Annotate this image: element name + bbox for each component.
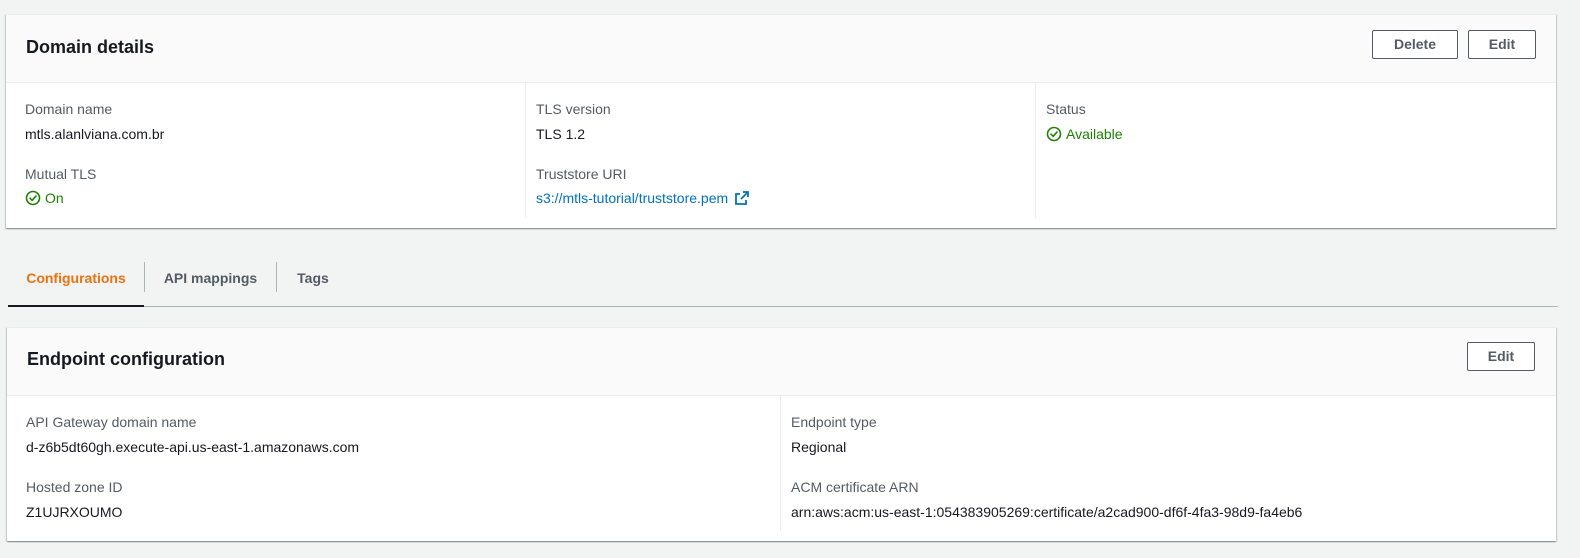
hosted-zone-label: Hosted zone ID	[26, 479, 123, 495]
truststore-uri-label: Truststore URI	[536, 166, 627, 182]
tls-version-value: TLS 1.2	[536, 126, 586, 142]
tab-configurations[interactable]: Configurations	[8, 250, 144, 307]
endpoint-type-label: Endpoint type	[791, 414, 877, 430]
endpoint-configuration-panel: Endpoint configuration Edit API Gateway …	[7, 327, 1556, 541]
domain-details-title: Domain details	[26, 37, 155, 57]
edit-domain-button[interactable]: Edit	[1468, 30, 1536, 59]
api-gateway-domain-label: API Gateway domain name	[26, 414, 197, 430]
status-value: Available	[1066, 126, 1123, 142]
acm-arn-label: ACM certificate ARN	[791, 479, 919, 495]
domain-details-panel: Domain details Delete Edit Domain name m…	[6, 14, 1556, 228]
edit-endpoint-button[interactable]: Edit	[1467, 342, 1535, 371]
endpoint-type-value: Regional	[791, 439, 847, 455]
api-gateway-domain-value: d-z6b5dt60gh.execute-api.us-east-1.amazo…	[26, 439, 360, 455]
truststore-uri-link[interactable]: s3://mtls-tutorial/truststore.pem	[536, 189, 750, 207]
tab-tags[interactable]: Tags	[277, 250, 349, 306]
domain-details-header: Domain details Delete Edit	[6, 15, 1556, 83]
tab-bar: Configurations API mappings Tags	[8, 250, 1558, 307]
truststore-uri-value: s3://mtls-tutorial/truststore.pem	[536, 190, 729, 206]
hosted-zone-value: Z1UJRXOUMO	[26, 504, 123, 520]
tls-version-label: TLS version	[536, 101, 611, 117]
check-circle-icon	[1046, 126, 1062, 142]
tab-api-mappings[interactable]: API mappings	[145, 250, 276, 306]
domain-name-label: Domain name	[25, 101, 113, 117]
domain-name-value: mtls.alanlviana.com.br	[25, 126, 165, 142]
mutual-tls-status: On	[25, 189, 64, 207]
endpoint-configuration-title: Endpoint configuration	[27, 349, 225, 369]
endpoint-configuration-header: Endpoint configuration Edit	[7, 328, 1556, 396]
check-circle-icon	[25, 190, 41, 206]
domain-details-col-2: TLS version TLS 1.2 Truststore URI s3://…	[525, 82, 1035, 218]
external-link-icon	[734, 190, 750, 206]
acm-arn-value: arn:aws:acm:us-east-1:054383905269:certi…	[791, 504, 1303, 520]
status-label: Status	[1046, 101, 1086, 117]
mutual-tls-label: Mutual TLS	[25, 166, 97, 182]
mutual-tls-value: On	[45, 190, 64, 206]
endpoint-col-2: Endpoint type Regional ACM certificate A…	[780, 395, 1556, 531]
endpoint-col-1: API Gateway domain name d-z6b5dt60gh.exe…	[7, 395, 780, 541]
domain-status: Available	[1046, 125, 1123, 143]
delete-button[interactable]: Delete	[1372, 30, 1458, 59]
domain-details-col-3: Status Available	[1035, 82, 1556, 218]
domain-details-col-1: Domain name mtls.alanlviana.com.br Mutua…	[6, 82, 516, 228]
